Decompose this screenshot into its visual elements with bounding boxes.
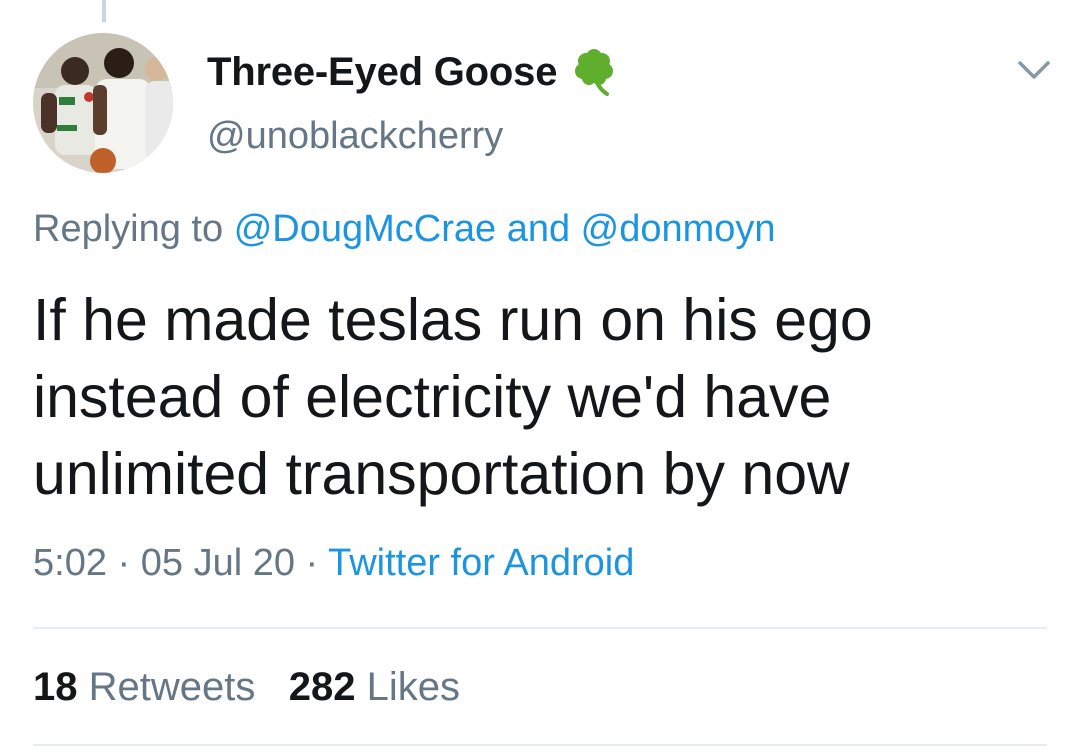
shamrock-icon (569, 47, 619, 97)
tweet-metadata: 5:02 · 05 Jul 20 · Twitter for Android (33, 542, 634, 585)
tweet-source-link[interactable]: Twitter for Android (328, 542, 634, 584)
likes-label: Likes (366, 665, 460, 709)
thread-connector-line (102, 0, 106, 22)
mention-link-donmoyn[interactable]: @donmoyn (581, 208, 776, 250)
display-name[interactable]: Three-Eyed Goose (207, 50, 557, 95)
avatar[interactable] (33, 33, 173, 173)
mention-link-dougmccrae[interactable]: @DougMcCrae (234, 208, 496, 250)
replying-to-label: Replying to (33, 208, 224, 250)
display-name-row: Three-Eyed Goose (207, 44, 619, 100)
likes-count: 282 (288, 665, 356, 709)
user-handle[interactable]: @unoblackcherry (207, 115, 503, 158)
replying-to-line: Replying to @DougMcCrae and @donmoyn (33, 208, 776, 251)
retweets-label: Retweets (88, 665, 256, 709)
mention-connector: and (506, 208, 571, 250)
divider (33, 627, 1047, 629)
separator-dot: · (117, 542, 131, 584)
divider (33, 744, 1047, 746)
tweet-date[interactable]: 05 Jul 20 (141, 542, 295, 584)
retweets-stat[interactable]: 18 Retweets (33, 665, 267, 709)
tweet-time[interactable]: 5:02 (33, 542, 107, 584)
chevron-down-icon[interactable] (1016, 58, 1052, 82)
retweets-count: 18 (33, 665, 78, 709)
avatar-photo (33, 33, 173, 173)
tweet-text: If he made teslas run on his ego instead… (33, 287, 873, 507)
likes-stat[interactable]: 282 Likes (289, 665, 460, 709)
engagement-stats: 18 Retweets 282 Likes (33, 665, 460, 710)
separator-dot: · (305, 542, 319, 584)
